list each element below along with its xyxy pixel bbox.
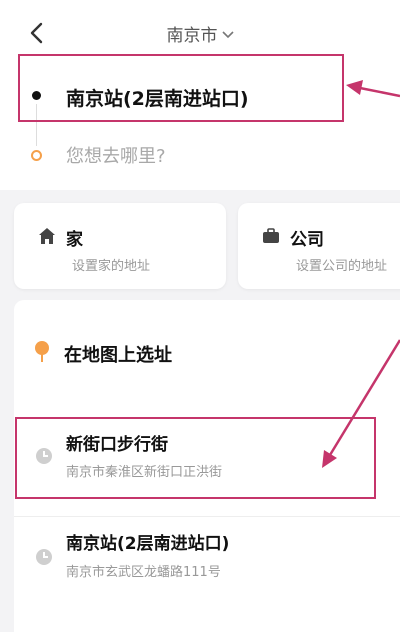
- home-subtitle: 设置家的地址: [72, 259, 151, 274]
- clock-icon: [36, 448, 52, 464]
- work-shortcut-card[interactable]: 公司 设置公司的地址: [238, 203, 400, 289]
- home-title: 家: [66, 230, 83, 250]
- route-connector: [36, 104, 37, 146]
- city-selector[interactable]: 南京市: [0, 21, 400, 46]
- history-item-title: 新街口步行街: [66, 435, 168, 455]
- history-item-address: 南京市秦淮区新街口正洪街: [66, 465, 223, 480]
- origin-dot-icon: [32, 91, 41, 100]
- suggestion-list: 在地图上选址 新街口步行街 南京市秦淮区新街口正洪街 南京站(2层南进站口) 南…: [14, 300, 400, 632]
- map-pin-icon: [35, 341, 49, 362]
- map-pick-label: 在地图上选址: [64, 345, 172, 366]
- history-item-title: 南京站(2层南进站口): [66, 534, 230, 554]
- destination-dot-icon: [31, 150, 42, 161]
- home-icon: [39, 228, 55, 244]
- history-item-address: 南京市玄武区龙蟠路111号: [66, 565, 221, 580]
- destination-input[interactable]: [60, 140, 360, 172]
- briefcase-icon: [263, 228, 279, 243]
- home-shortcut-card[interactable]: 家 设置家的地址: [14, 203, 226, 289]
- history-item[interactable]: 南京站(2层南进站口) 南京市玄武区龙蟠路111号: [14, 516, 400, 600]
- chevron-down-icon: [221, 24, 234, 44]
- origin-field[interactable]: 南京站(2层南进站口): [66, 84, 249, 111]
- history-item[interactable]: 新街口步行街 南京市秦淮区新街口正洪街: [14, 416, 400, 500]
- map-pick-item[interactable]: 在地图上选址: [14, 300, 400, 400]
- city-label: 南京市: [166, 26, 218, 46]
- work-subtitle: 设置公司的地址: [296, 259, 388, 274]
- route-panel: 南京市 南京站(2层南进站口): [0, 0, 400, 190]
- clock-icon: [36, 549, 52, 565]
- work-title: 公司: [290, 230, 324, 250]
